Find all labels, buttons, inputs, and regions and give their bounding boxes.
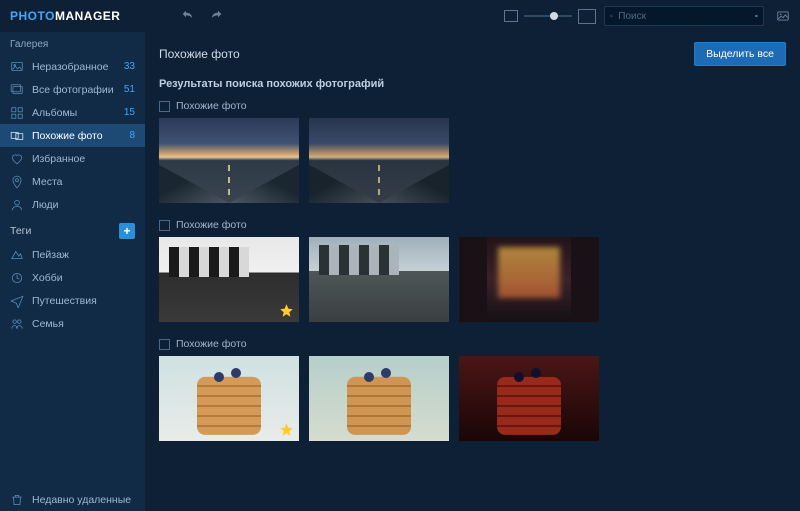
sidebar-item-all-photos[interactable]: Все фотографии 51 xyxy=(0,78,145,101)
photo-thumb[interactable] xyxy=(309,356,449,441)
group-checkbox[interactable] xyxy=(159,101,170,112)
star-icon xyxy=(279,422,294,437)
sidebar-item-similar[interactable]: Похожие фото 8 xyxy=(0,124,145,147)
zoom-knob[interactable] xyxy=(550,12,558,20)
titlebar: PHOTOMANAGER xyxy=(0,0,800,32)
sidebar-item-trash[interactable]: Недавно удаленные xyxy=(0,488,145,511)
sidebar-item-label: Семья xyxy=(32,318,135,330)
thumb-row xyxy=(159,118,786,203)
photo-thumb[interactable] xyxy=(309,237,449,322)
thumb-row xyxy=(159,356,786,441)
sidebar-tag-family[interactable]: Семья xyxy=(0,312,145,335)
similar-group: Похожие фото xyxy=(159,338,786,441)
app-logo: PHOTOMANAGER xyxy=(10,9,120,23)
sidebar-item-label: Люди xyxy=(32,199,135,211)
photo-thumb[interactable] xyxy=(459,356,599,441)
sidebar-item-favorites[interactable]: Избранное xyxy=(0,147,145,170)
photo-thumb[interactable] xyxy=(159,356,299,441)
trash-icon xyxy=(10,493,24,507)
sidebar-item-unsorted[interactable]: Неразобранное 33 xyxy=(0,55,145,78)
star-icon xyxy=(279,303,294,318)
sidebar-item-count: 33 xyxy=(124,61,135,72)
sidebar-item-count: 8 xyxy=(129,130,135,141)
logo-text: MANAGER xyxy=(55,9,121,23)
search-input[interactable] xyxy=(618,11,750,22)
similar-group: Похожие фото xyxy=(159,100,786,203)
search-icon xyxy=(610,10,613,22)
logo-highlight: PHOTO xyxy=(10,9,55,23)
sidebar-item-people[interactable]: Люди xyxy=(0,193,145,216)
app-window: PHOTOMANAGER Галерея Не xyxy=(0,0,800,511)
sidebar-item-places[interactable]: Места xyxy=(0,170,145,193)
sidebar-item-label: Избранное xyxy=(32,153,135,165)
sidebar-item-label: Недавно удаленные xyxy=(32,494,135,506)
sidebar-item-label: Путешествия xyxy=(32,295,135,307)
group-checkbox[interactable] xyxy=(159,339,170,350)
zoom-large-icon[interactable] xyxy=(578,9,596,24)
sidebar-item-label: Пейзаж xyxy=(32,249,135,261)
sidebar: Галерея Неразобранное 33 Все фотографии … xyxy=(0,32,145,511)
group-checkbox[interactable] xyxy=(159,220,170,231)
undo-icon[interactable] xyxy=(180,8,196,24)
tag-icon xyxy=(10,317,24,331)
unsorted-icon xyxy=(10,60,24,74)
titlebar-right xyxy=(504,6,790,26)
group-header: Похожие фото xyxy=(159,100,786,118)
sidebar-item-label: Альбомы xyxy=(32,107,116,119)
sidebar-item-label: Хобби xyxy=(32,272,135,284)
group-label: Похожие фото xyxy=(176,219,247,231)
sidebar-item-label: Похожие фото xyxy=(32,130,121,142)
redo-icon[interactable] xyxy=(208,8,224,24)
sidebar-item-label: Неразобранное xyxy=(32,61,116,73)
add-tag-button[interactable]: + xyxy=(119,223,135,239)
tags-section-header: Теги + xyxy=(0,216,145,243)
search-box[interactable] xyxy=(604,6,764,26)
page-title: Похожие фото xyxy=(159,47,240,61)
group-label: Похожие фото xyxy=(176,100,247,112)
main-header: Похожие фото Выделить все xyxy=(145,32,800,74)
results-area[interactable]: Результаты поиска похожих фотографий Пох… xyxy=(145,74,800,467)
results-heading: Результаты поиска похожих фотографий xyxy=(159,74,786,100)
tag-icon xyxy=(10,271,24,285)
heart-icon xyxy=(10,152,24,166)
photo-thumb[interactable] xyxy=(459,237,599,322)
zoom-control[interactable] xyxy=(504,9,596,24)
sidebar-tag-hobby[interactable]: Хобби xyxy=(0,266,145,289)
group-header: Похожие фото xyxy=(159,338,786,356)
gallery-section-title: Галерея xyxy=(0,32,145,55)
group-header: Похожие фото xyxy=(159,219,786,237)
similar-group: Похожие фото xyxy=(159,219,786,322)
thumb-row xyxy=(159,237,786,322)
group-label: Похожие фото xyxy=(176,338,247,350)
photo-thumb[interactable] xyxy=(309,118,449,203)
zoom-slider[interactable] xyxy=(524,15,572,17)
titlebar-center xyxy=(120,8,504,24)
import-icon[interactable] xyxy=(776,9,790,23)
photos-icon xyxy=(10,83,24,97)
photo-thumb[interactable] xyxy=(159,237,299,322)
sidebar-item-count: 51 xyxy=(124,84,135,95)
photo-thumb[interactable] xyxy=(159,118,299,203)
sidebar-item-label: Места xyxy=(32,176,135,188)
star-icon xyxy=(279,184,294,199)
tags-section-title: Теги xyxy=(10,225,31,237)
albums-icon xyxy=(10,106,24,120)
app-body: Галерея Неразобранное 33 Все фотографии … xyxy=(0,32,800,511)
tag-icon xyxy=(10,294,24,308)
sidebar-tag-travel[interactable]: Путешествия xyxy=(0,289,145,312)
zoom-small-icon[interactable] xyxy=(504,10,518,22)
select-all-button[interactable]: Выделить все xyxy=(694,42,786,66)
sidebar-item-albums[interactable]: Альбомы 15 xyxy=(0,101,145,124)
clear-search-icon[interactable] xyxy=(755,11,758,21)
sidebar-item-count: 15 xyxy=(124,107,135,118)
pin-icon xyxy=(10,175,24,189)
tag-icon xyxy=(10,248,24,262)
main-content: Похожие фото Выделить все Результаты пои… xyxy=(145,32,800,511)
person-icon xyxy=(10,198,24,212)
sidebar-item-label: Все фотографии xyxy=(32,84,116,96)
sidebar-tag-landscape[interactable]: Пейзаж xyxy=(0,243,145,266)
sidebar-bottom: Недавно удаленные xyxy=(0,488,145,511)
similar-icon xyxy=(10,129,24,143)
